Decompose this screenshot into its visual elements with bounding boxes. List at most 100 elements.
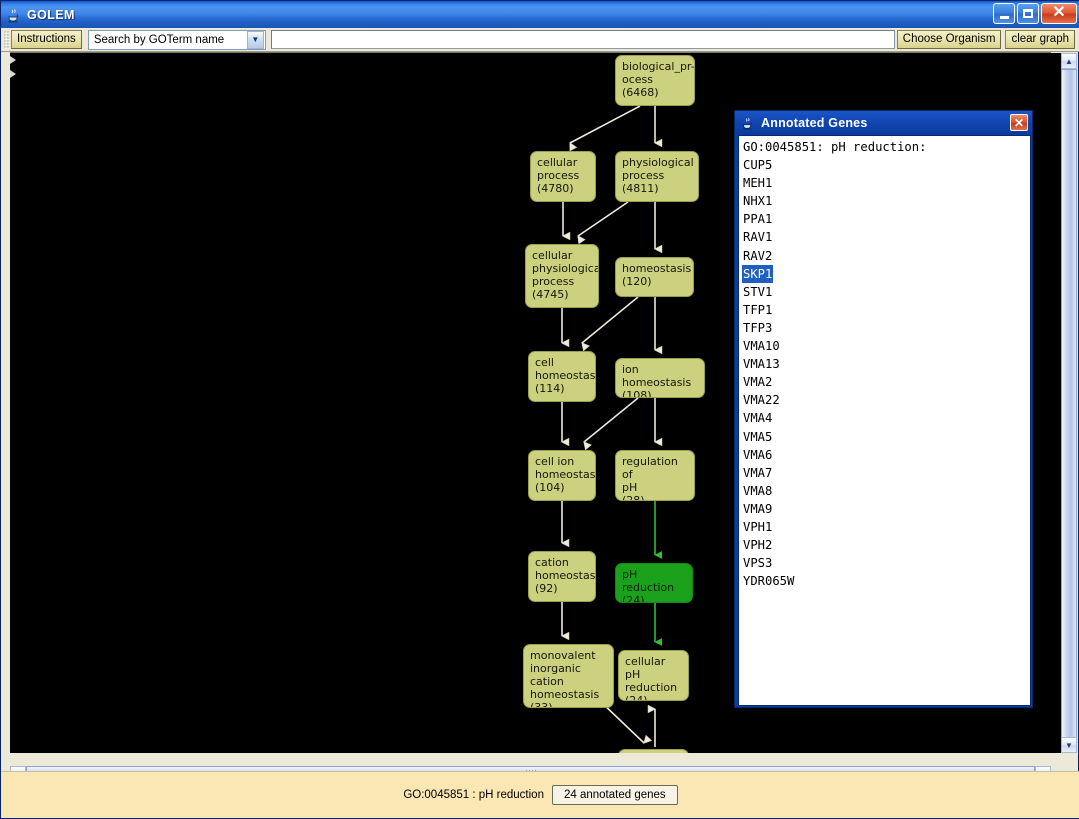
graph-node-count: (4780) xyxy=(537,182,590,195)
graph-node-label: homeostasis xyxy=(530,688,608,701)
search-mode-dropdown-value: Search by GOTerm name xyxy=(89,34,247,46)
graph-node-label: cell xyxy=(535,356,590,369)
graph-node-label: reduction xyxy=(625,681,683,694)
graph-node-label: homeostasis xyxy=(535,369,590,382)
annotated-genes-close-button[interactable]: ✕ xyxy=(1010,114,1028,131)
gene-list-item[interactable]: RAV2 xyxy=(742,247,773,265)
triangle-marker-icon xyxy=(10,70,16,78)
search-input[interactable] xyxy=(271,30,895,49)
graph-node-biological_process[interactable]: biological_pr-ocess(6468) xyxy=(615,55,695,106)
graph-node-cell_homeostasis[interactable]: cellhomeostasis(114) xyxy=(528,351,596,402)
graph-node-label: homeostasis xyxy=(535,468,590,481)
vertical-scrollbar-thumb[interactable] xyxy=(1061,69,1077,739)
close-button[interactable]: ✕ xyxy=(1041,3,1077,24)
gene-list-item[interactable]: VPH1 xyxy=(742,518,773,536)
minimize-button[interactable] xyxy=(993,3,1015,24)
graph-node-ion_homeostasis[interactable]: ion homeostasis(108) xyxy=(615,358,705,398)
window-titlebar: GOLEM ✕ xyxy=(1,1,1079,28)
gene-list-item[interactable]: VMA6 xyxy=(742,446,773,464)
gene-list-item[interactable]: NHX1 xyxy=(742,192,773,210)
graph-node-label: pH reduction xyxy=(622,568,687,594)
instructions-button[interactable]: Instructions xyxy=(11,30,82,49)
gene-list-item[interactable]: STV1 xyxy=(742,283,773,301)
triangle-marker-icon xyxy=(10,56,16,64)
annotated-genes-titlebar[interactable]: Annotated Genes ✕ xyxy=(735,111,1032,135)
graph-node-label: cellular pH xyxy=(625,655,683,681)
choose-organism-button[interactable]: Choose Organism xyxy=(897,30,1002,49)
gene-list-item[interactable]: VMA4 xyxy=(742,409,773,427)
graph-node-monovalent_inorganic_cation_homeostasis[interactable]: monovalentinorganic cationhomeostasis(33… xyxy=(523,644,614,708)
gene-list-item[interactable]: RAV1 xyxy=(742,228,773,246)
graph-node-ph_reduction[interactable]: pH reduction(24) xyxy=(615,563,693,603)
gene-list-item[interactable]: VMA13 xyxy=(742,355,781,373)
gene-list-item[interactable]: TFP3 xyxy=(742,319,773,337)
graph-node-count: (4745) xyxy=(532,288,593,301)
gene-list-item[interactable]: VMA7 xyxy=(742,464,773,482)
java-coffee-cup-icon xyxy=(740,115,756,131)
gene-list-item[interactable]: VMA10 xyxy=(742,337,781,355)
graph-node-label: regulation of xyxy=(622,455,689,481)
maximize-icon xyxy=(1023,9,1033,18)
window-controls: ✕ xyxy=(993,3,1077,24)
graph-node-label: cellular xyxy=(537,156,590,169)
gene-list-item[interactable]: SKP1 xyxy=(742,265,773,283)
graph-node-count: (120) xyxy=(622,275,688,288)
gene-list-item[interactable]: CUP5 xyxy=(742,156,773,174)
annotated-genes-window[interactable]: Annotated Genes ✕ GO:0045851: pH reducti… xyxy=(734,110,1033,708)
gene-list-item[interactable]: MEH1 xyxy=(742,174,773,192)
main-toolbar: Instructions Search by GOTerm name ▼ Cho… xyxy=(1,28,1079,52)
gene-list-item[interactable]: VMA5 xyxy=(742,428,773,446)
graph-node-cell_ion_homeostasis[interactable]: cell ionhomeostasis(104) xyxy=(528,450,596,501)
graph-node-label: process xyxy=(537,169,590,182)
graph-node-count: (6468) xyxy=(622,86,689,99)
chevron-down-icon: ▼ xyxy=(1065,741,1073,750)
close-icon: ✕ xyxy=(1052,5,1065,21)
canvas-left-markers xyxy=(10,56,18,86)
annotated-genes-count-button[interactable]: 24 annotated genes xyxy=(552,785,678,805)
gene-list-item[interactable]: VPH2 xyxy=(742,536,773,554)
gene-list-item[interactable]: YDR065W xyxy=(742,572,795,590)
gene-list-item[interactable]: VMA22 xyxy=(742,391,781,409)
gene-list-item[interactable]: VPS3 xyxy=(742,554,773,572)
golem-application-window: GOLEM ✕ Instructions Search by GOTerm na… xyxy=(0,0,1079,819)
minimize-icon xyxy=(1000,16,1009,19)
graph-node-label: homeostasis xyxy=(622,262,688,275)
graph-node-cellular_physiological_process[interactable]: cellularphysiologicalprocess(4745) xyxy=(525,244,599,308)
gene-list-item[interactable]: VMA8 xyxy=(742,482,773,500)
graph-node-count: (33) xyxy=(530,701,608,708)
graph-node-label: cellular xyxy=(532,249,593,262)
chevron-up-icon: ▲ xyxy=(1065,57,1073,66)
graph-node-regulation_of_ph[interactable]: regulation ofpH(28) xyxy=(615,450,695,501)
gene-list-item[interactable]: PPA1 xyxy=(742,210,773,228)
search-mode-dropdown[interactable]: Search by GOTerm name ▼ xyxy=(88,30,266,50)
graph-node-cation_homeostasis[interactable]: cationhomeostasis(92) xyxy=(528,551,596,602)
annotated-genes-list[interactable]: GO:0045851: pH reduction: CUP5MEH1NHX1PP… xyxy=(738,135,1031,706)
graph-node-label: biological_pr- xyxy=(622,60,689,73)
graph-node-label: process xyxy=(532,275,593,288)
status-term-text: GO:0045851 : pH reduction xyxy=(403,789,544,801)
clear-graph-button[interactable]: clear graph xyxy=(1005,30,1075,49)
graph-node-label: cation xyxy=(535,556,590,569)
graph-node-clipped_bottom_node[interactable] xyxy=(618,749,689,753)
gene-list-item[interactable]: VMA2 xyxy=(742,373,773,391)
annotated-genes-title: Annotated Genes xyxy=(761,116,868,130)
gene-list-item[interactable]: VMA9 xyxy=(742,500,773,518)
vertical-scrollbar[interactable]: ▲ ▼ xyxy=(1061,53,1077,753)
graph-node-homeostasis[interactable]: homeostasis(120) xyxy=(615,257,694,297)
graph-node-cellular_process[interactable]: cellularprocess(4780) xyxy=(530,151,596,202)
toolbar-grip-handle[interactable] xyxy=(4,31,9,49)
chevron-down-icon[interactable]: ▼ xyxy=(247,31,264,49)
annotated-genes-header: GO:0045851: pH reduction: xyxy=(742,138,927,156)
window-title: GOLEM xyxy=(27,8,75,22)
scroll-down-button[interactable]: ▼ xyxy=(1061,737,1077,753)
graph-node-label: inorganic cation xyxy=(530,662,608,688)
scroll-up-button[interactable]: ▲ xyxy=(1061,53,1077,69)
graph-node-label: pH xyxy=(622,481,689,494)
graph-node-cellular_ph_reduction[interactable]: cellular pHreduction(24) xyxy=(618,650,689,701)
graph-node-label: process xyxy=(622,169,693,182)
graph-node-label: physiological xyxy=(622,156,693,169)
gene-list-item[interactable]: TFP1 xyxy=(742,301,773,319)
maximize-button[interactable] xyxy=(1017,3,1039,24)
graph-node-label: cell ion xyxy=(535,455,590,468)
graph-node-physiological_process[interactable]: physiologicalprocess(4811) xyxy=(615,151,699,202)
